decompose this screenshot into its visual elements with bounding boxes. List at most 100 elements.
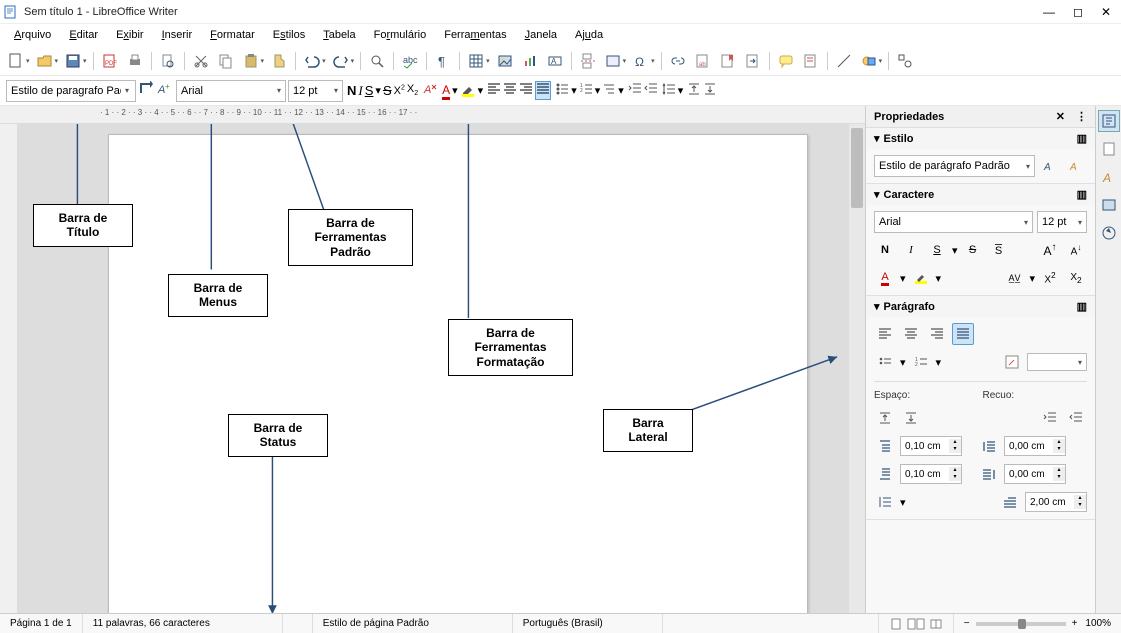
sb-bgcolor-button[interactable] [1001,351,1023,373]
sb-shrink-font-button[interactable]: A↓ [1065,239,1087,261]
maximize-button[interactable]: ◻ [1073,5,1083,19]
track-changes-button[interactable] [799,49,823,73]
new-button[interactable] [4,49,28,73]
page-canvas[interactable]: Barra de Título Barra de Menus Barra de … [18,124,849,613]
copy-button[interactable] [214,49,238,73]
tab-styles[interactable]: A [1098,166,1120,188]
insert-chart-button[interactable] [518,49,542,73]
sb-align-center[interactable] [900,323,922,345]
tab-properties[interactable] [1098,110,1120,132]
print-preview-button[interactable] [156,49,180,73]
sb-overline-button[interactable]: S [988,239,1010,261]
shapes-button[interactable] [857,49,881,73]
vertical-scrollbar[interactable] [849,124,865,613]
align-left-button[interactable] [487,82,501,99]
align-justify-button[interactable] [535,81,551,100]
paragraph-style-combo[interactable]: Estilo de paragrafo Padrão▾ [6,80,136,102]
sidebar-size-combo[interactable]: 12 pt▾ [1037,211,1087,233]
sb-bullet-list[interactable] [874,351,896,373]
menu-inserir[interactable]: Inserir [154,27,201,43]
sb-strike-button[interactable]: S [962,239,984,261]
sb-align-left[interactable] [874,323,896,345]
sidebar-menu-icon[interactable]: ⋮ [1076,111,1087,123]
insert-image-button[interactable] [493,49,517,73]
status-page[interactable]: Página 1 de 1 [0,614,83,633]
number-list-button[interactable]: 12 [579,82,593,99]
increase-indent-button[interactable] [628,82,642,99]
special-char-button[interactable]: Ω [629,49,653,73]
decrease-space-button[interactable] [703,82,717,99]
indent-left-input[interactable]: ▴▾ [1004,436,1066,456]
save-button[interactable] [61,49,85,73]
align-center-button[interactable] [503,82,517,99]
sb-font-color-button[interactable]: A [874,267,896,289]
menu-janela[interactable]: Janela [517,27,565,43]
update-style-icon[interactable]: A [1039,155,1061,177]
sb-highlight-button[interactable] [910,267,932,289]
single-page-icon[interactable] [889,617,903,631]
menu-editar[interactable]: Editar [61,27,106,43]
sb-subscript-button[interactable]: X2 [1065,267,1087,289]
line-spacing-button[interactable] [662,82,676,99]
print-button[interactable] [123,49,147,73]
clone-format-button[interactable] [267,49,291,73]
sb-spacing-button[interactable]: A̲V̲ [1003,267,1025,289]
tab-page[interactable] [1098,138,1120,160]
find-button[interactable] [365,49,389,73]
open-button[interactable] [33,49,57,73]
paste-button[interactable] [239,49,263,73]
sb-underline-button[interactable]: S [926,239,948,261]
superscript-button[interactable]: X2 [394,84,405,97]
bold-button[interactable]: N [347,83,356,98]
undo-button[interactable] [300,49,324,73]
update-style-button[interactable] [138,81,154,100]
hyperlink-button[interactable] [666,49,690,73]
sb-grow-font-button[interactable]: A↑ [1039,239,1061,261]
footnote-button[interactable]: ab [691,49,715,73]
menu-ferramentas[interactable]: Ferramentas [436,27,514,43]
status-words[interactable]: 11 palavras, 66 caracteres [83,614,283,633]
sb-inc-space-icon[interactable] [874,407,896,429]
sb-italic-button[interactable]: I [900,239,922,261]
menu-estilos[interactable]: Estilos [265,27,313,43]
sb-superscript-button[interactable]: X2 [1039,267,1061,289]
sidebar-style-combo[interactable]: Estilo de parágrafo Padrão▾ [874,155,1035,177]
sb-inc-indent-icon[interactable] [1039,407,1061,429]
tab-navigator[interactable] [1098,222,1120,244]
menu-arquivo[interactable]: Arquivo [6,27,59,43]
bullet-list-button[interactable] [555,82,569,99]
sb-number-list[interactable]: 12 [910,351,932,373]
bookmark-button[interactable] [716,49,740,73]
decrease-indent-button[interactable] [644,82,658,99]
sidebar-font-combo[interactable]: Arial▾ [874,211,1033,233]
space-above-input[interactable]: ▴▾ [900,436,962,456]
book-view-icon[interactable] [929,617,943,631]
status-page-style[interactable]: Estilo de página Padrão [313,614,513,633]
font-size-combo[interactable]: 12 pt▾ [288,80,343,102]
menu-formatar[interactable]: Formatar [202,27,263,43]
insert-table-button[interactable] [464,49,488,73]
multi-page-icon[interactable] [907,617,925,631]
section-style-header[interactable]: ▾Estilo▥ [866,128,1095,149]
new-style-icon[interactable]: A [1065,155,1087,177]
menu-formulario[interactable]: Formulário [366,27,435,43]
insert-textbox-button[interactable]: A [543,49,567,73]
menu-exibir[interactable]: Exibir [108,27,152,43]
page-break-button[interactable] [576,49,600,73]
status-view-icons[interactable] [879,614,954,633]
line-spacing-icon[interactable] [874,491,896,513]
subscript-button[interactable]: X2 [407,83,418,97]
status-insert[interactable] [283,614,313,633]
strike-button[interactable]: S [383,83,392,98]
line-button[interactable] [832,49,856,73]
sb-align-right[interactable] [926,323,948,345]
menu-ajuda[interactable]: Ajuda [567,27,611,43]
sb-bold-button[interactable]: N [874,239,896,261]
italic-button[interactable]: I [358,83,362,99]
status-language[interactable]: Português (Brasil) [513,614,663,633]
tab-gallery[interactable] [1098,194,1120,216]
sb-dec-space-icon[interactable] [900,407,922,429]
close-button[interactable]: ✕ [1101,5,1111,19]
font-name-combo[interactable]: Arial▾ [176,80,286,102]
sb-dec-indent-icon[interactable] [1065,407,1087,429]
